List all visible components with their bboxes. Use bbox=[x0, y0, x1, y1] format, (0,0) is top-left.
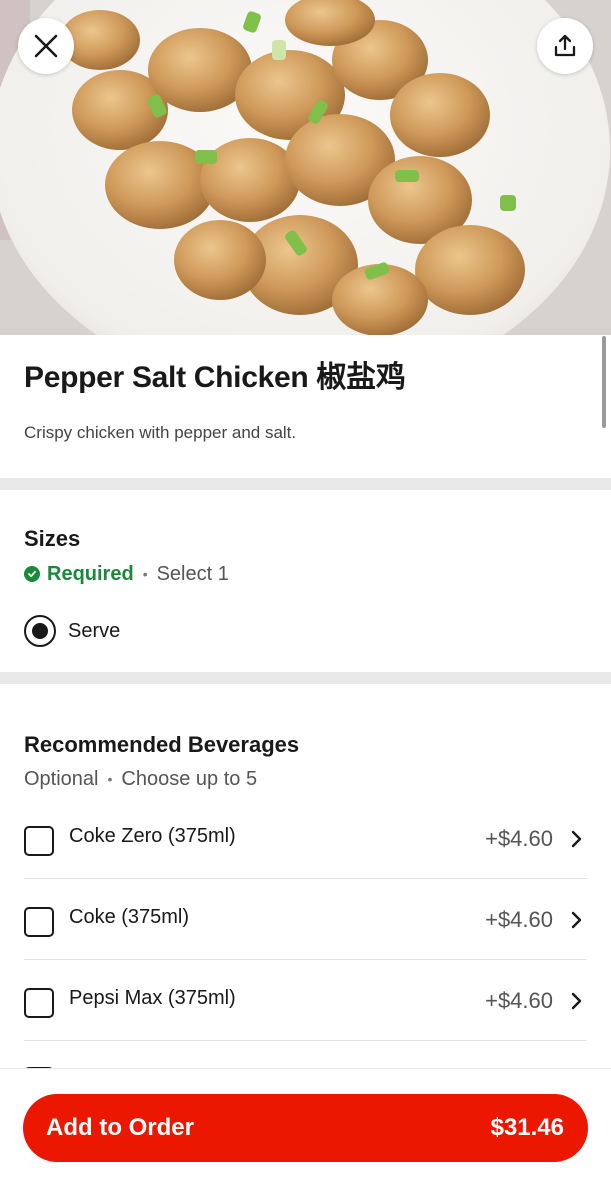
food-image bbox=[0, 0, 611, 335]
order-total: $31.46 bbox=[490, 1114, 564, 1141]
size-option-serve[interactable]: Serve bbox=[24, 613, 120, 649]
beverage-option[interactable]: Pepsi Max (375ml) +$4.60 bbox=[24, 960, 587, 1041]
item-photo bbox=[0, 0, 611, 335]
checkbox[interactable] bbox=[24, 826, 54, 856]
separator-dot: • bbox=[142, 566, 148, 582]
check-circle-icon bbox=[24, 566, 40, 582]
beverage-price: +$4.60 bbox=[485, 907, 553, 932]
beverage-price: +$4.60 bbox=[485, 988, 553, 1013]
optional-label: Optional bbox=[24, 768, 99, 790]
item-title: Pepper Salt Chicken 椒盐鸡 bbox=[24, 361, 406, 394]
close-icon bbox=[34, 34, 58, 58]
beverage-option[interactable]: Coke (375ml) +$4.60 bbox=[24, 879, 587, 960]
share-button[interactable] bbox=[537, 18, 593, 74]
add-to-order-label: Add to Order bbox=[46, 1114, 194, 1141]
chevron-right-icon[interactable] bbox=[569, 910, 585, 930]
separator-dot: • bbox=[107, 771, 113, 787]
beverages-title: Recommended Beverages bbox=[24, 732, 300, 757]
section-divider bbox=[0, 478, 611, 490]
scrollbar[interactable] bbox=[602, 336, 606, 428]
close-button[interactable] bbox=[18, 18, 74, 74]
size-option-label: Serve bbox=[68, 619, 121, 642]
item-description: Crispy chicken with pepper and salt. bbox=[24, 423, 297, 442]
sizes-title: Sizes bbox=[24, 526, 81, 551]
beverage-option[interactable]: Coke Zero (375ml) +$4.60 bbox=[24, 798, 587, 879]
bottom-action-bar: Add to Order $31.46 bbox=[0, 1068, 611, 1200]
beverage-label: Coke Zero (375ml) bbox=[69, 825, 236, 847]
sizes-requirement: Required • Select 1 bbox=[24, 560, 229, 588]
sizes-rule: Select 1 bbox=[156, 563, 229, 585]
beverage-label: Pepsi Max (375ml) bbox=[69, 987, 236, 1009]
chevron-right-icon[interactable] bbox=[569, 991, 585, 1011]
radio-button[interactable] bbox=[24, 615, 56, 647]
checkbox[interactable] bbox=[24, 988, 54, 1018]
beverage-label: Coke (375ml) bbox=[69, 906, 190, 928]
radio-selected-dot bbox=[32, 623, 48, 639]
share-icon bbox=[554, 34, 576, 57]
required-label: Required bbox=[47, 563, 134, 585]
section-divider bbox=[0, 672, 611, 684]
checkbox[interactable] bbox=[24, 907, 54, 937]
add-to-order-button[interactable]: Add to Order $31.46 bbox=[23, 1094, 588, 1162]
beverage-price: +$4.60 bbox=[485, 826, 553, 851]
chevron-right-icon[interactable] bbox=[569, 829, 585, 849]
beverages-requirement: Optional • Choose up to 5 bbox=[24, 765, 257, 793]
beverages-rule: Choose up to 5 bbox=[121, 768, 258, 790]
